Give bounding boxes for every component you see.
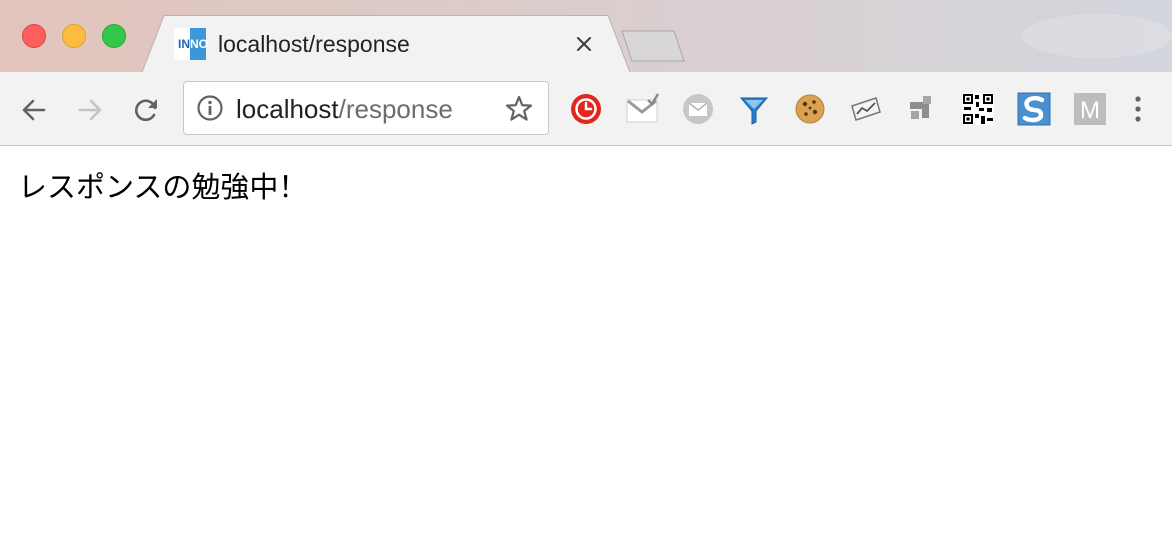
site-favicon: IN NO [174,28,208,60]
reload-icon[interactable] [128,92,164,128]
funnel-extension-icon[interactable] [737,92,771,126]
red-clock-extension-icon[interactable] [569,92,603,126]
gmail-checker-extension-icon[interactable] [625,92,659,126]
window-maximize-button[interactable] [102,24,126,48]
window-close-button[interactable] [22,24,46,48]
m-extension-icon[interactable]: M [1073,92,1107,126]
s-extension-icon[interactable] [1017,92,1051,126]
info-icon[interactable] [196,94,224,122]
new-tab-button[interactable] [618,30,686,62]
mail-extension-icon[interactable] [681,92,715,126]
cookie-extension-icon[interactable] [793,92,827,126]
window-minimize-button[interactable] [62,24,86,48]
background-decoration [1022,14,1172,58]
favicon-text-right: NO [190,28,208,60]
qr-code-extension-icon[interactable] [961,92,995,126]
star-icon[interactable] [504,94,534,124]
more-vertical-icon[interactable] [1126,92,1150,126]
back-arrow-icon[interactable] [16,92,52,128]
url-host: localhost [236,94,339,124]
forward-arrow-icon[interactable] [72,92,108,128]
puzzle-extension-icon[interactable] [905,92,939,126]
url-text[interactable]: localhost/response [236,92,453,126]
url-path: /response [338,94,453,124]
m-extension-letter: M [1080,97,1100,124]
favicon-text-left: IN [174,28,190,60]
chart-extension-icon[interactable] [849,92,883,126]
tab-title: localhost/response [218,31,410,57]
close-icon[interactable] [570,30,598,58]
page-body-text: レスポンスの勉強中！ [18,170,308,204]
